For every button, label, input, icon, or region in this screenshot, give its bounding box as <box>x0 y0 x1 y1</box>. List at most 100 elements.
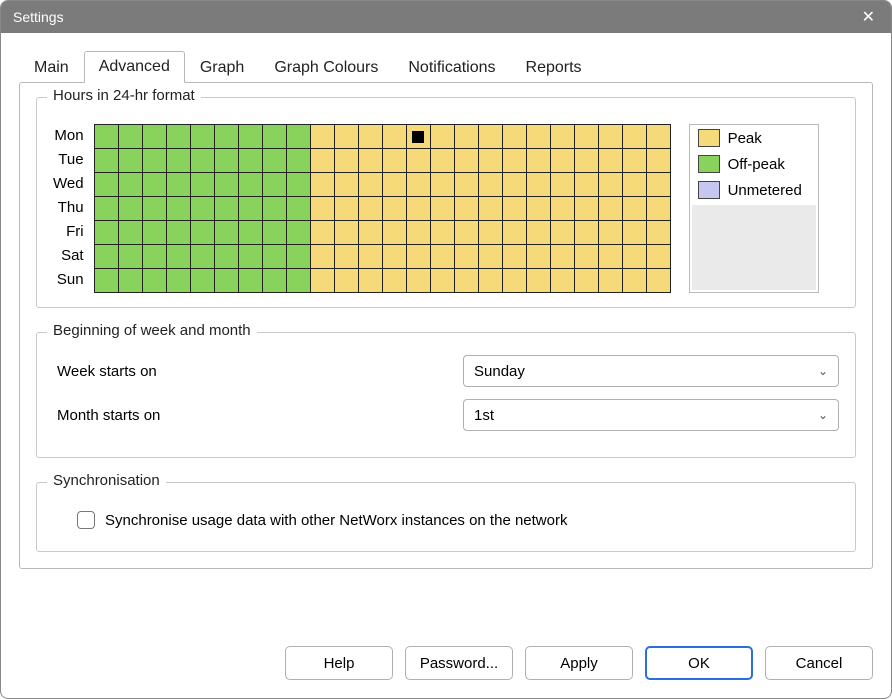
hour-cell[interactable] <box>143 149 167 173</box>
hour-cell[interactable] <box>335 245 359 269</box>
hour-cell[interactable] <box>239 149 263 173</box>
hour-cell[interactable] <box>167 269 191 293</box>
hour-cell[interactable] <box>407 149 431 173</box>
hour-cell[interactable] <box>95 173 119 197</box>
hour-cell[interactable] <box>455 245 479 269</box>
hour-cell[interactable] <box>287 197 311 221</box>
hour-cell[interactable] <box>119 173 143 197</box>
hour-cell[interactable] <box>623 269 647 293</box>
hour-cell[interactable] <box>503 125 527 149</box>
hour-cell[interactable] <box>167 221 191 245</box>
tab-reports[interactable]: Reports <box>511 52 597 83</box>
hour-cell[interactable] <box>503 197 527 221</box>
hour-cell[interactable] <box>215 221 239 245</box>
hour-cell[interactable] <box>383 245 407 269</box>
hour-cell[interactable] <box>335 149 359 173</box>
hour-cell[interactable] <box>287 149 311 173</box>
hour-cell[interactable] <box>551 173 575 197</box>
hour-cell[interactable] <box>143 125 167 149</box>
hour-cell[interactable] <box>479 197 503 221</box>
hour-cell[interactable] <box>239 245 263 269</box>
hour-cell[interactable] <box>95 149 119 173</box>
hour-cell[interactable] <box>263 245 287 269</box>
hour-cell[interactable] <box>647 173 671 197</box>
hour-cell[interactable] <box>359 149 383 173</box>
hour-cell[interactable] <box>479 173 503 197</box>
hour-cell[interactable] <box>311 125 335 149</box>
hour-cell[interactable] <box>479 149 503 173</box>
hour-cell[interactable] <box>647 149 671 173</box>
hour-cell[interactable] <box>503 245 527 269</box>
hour-cell[interactable] <box>431 245 455 269</box>
hour-cell[interactable] <box>239 173 263 197</box>
hour-cell[interactable] <box>527 221 551 245</box>
hour-cell[interactable] <box>311 269 335 293</box>
hour-cell[interactable] <box>623 197 647 221</box>
hour-cell[interactable] <box>407 221 431 245</box>
hour-cell[interactable] <box>263 221 287 245</box>
hour-cell[interactable] <box>191 125 215 149</box>
hour-cell[interactable] <box>311 245 335 269</box>
hour-cell[interactable] <box>455 197 479 221</box>
hour-cell[interactable] <box>119 221 143 245</box>
hour-cell[interactable] <box>95 245 119 269</box>
hour-cell[interactable] <box>431 125 455 149</box>
hour-cell[interactable] <box>575 125 599 149</box>
hour-cell[interactable] <box>575 269 599 293</box>
hour-cell[interactable] <box>239 269 263 293</box>
hour-cell[interactable] <box>407 269 431 293</box>
hour-cell[interactable] <box>287 245 311 269</box>
hour-cell[interactable] <box>599 149 623 173</box>
hour-cell[interactable] <box>647 269 671 293</box>
hour-cell[interactable] <box>167 125 191 149</box>
hour-cell[interactable] <box>95 221 119 245</box>
hour-cell[interactable] <box>143 269 167 293</box>
hour-cell[interactable] <box>503 221 527 245</box>
hour-cell[interactable] <box>431 173 455 197</box>
hour-cell[interactable] <box>407 125 431 149</box>
hour-cell[interactable] <box>143 245 167 269</box>
hour-cell[interactable] <box>527 269 551 293</box>
hour-cell[interactable] <box>431 269 455 293</box>
hour-cell[interactable] <box>191 173 215 197</box>
hour-cell[interactable] <box>551 245 575 269</box>
hour-cell[interactable] <box>143 173 167 197</box>
hour-cell[interactable] <box>623 221 647 245</box>
hour-cell[interactable] <box>239 125 263 149</box>
hour-cell[interactable] <box>215 125 239 149</box>
hour-cell[interactable] <box>119 269 143 293</box>
hour-cell[interactable] <box>407 197 431 221</box>
hour-cell[interactable] <box>335 173 359 197</box>
hour-cell[interactable] <box>263 173 287 197</box>
hour-cell[interactable] <box>359 269 383 293</box>
hour-cell[interactable] <box>311 197 335 221</box>
hour-cell[interactable] <box>407 245 431 269</box>
hour-cell[interactable] <box>455 269 479 293</box>
hour-cell[interactable] <box>383 269 407 293</box>
hour-cell[interactable] <box>263 197 287 221</box>
hour-cell[interactable] <box>551 221 575 245</box>
hour-cell[interactable] <box>239 221 263 245</box>
hour-cell[interactable] <box>431 197 455 221</box>
hour-cell[interactable] <box>287 125 311 149</box>
password-button[interactable]: Password... <box>405 646 513 680</box>
hour-cell[interactable] <box>167 245 191 269</box>
hour-cell[interactable] <box>599 269 623 293</box>
hour-cell[interactable] <box>599 173 623 197</box>
hour-cell[interactable] <box>503 269 527 293</box>
hour-cell[interactable] <box>191 149 215 173</box>
hour-cell[interactable] <box>311 221 335 245</box>
hour-cell[interactable] <box>287 269 311 293</box>
hour-cell[interactable] <box>575 221 599 245</box>
hour-cell[interactable] <box>623 149 647 173</box>
hour-cell[interactable] <box>335 197 359 221</box>
hour-cell[interactable] <box>359 173 383 197</box>
tab-main[interactable]: Main <box>19 52 84 83</box>
hour-cell[interactable] <box>215 149 239 173</box>
hour-cell[interactable] <box>575 245 599 269</box>
close-icon[interactable]: ✕ <box>841 7 881 27</box>
tab-notifications[interactable]: Notifications <box>393 52 510 83</box>
cancel-button[interactable]: Cancel <box>765 646 873 680</box>
hour-cell[interactable] <box>623 125 647 149</box>
hour-cell[interactable] <box>551 269 575 293</box>
